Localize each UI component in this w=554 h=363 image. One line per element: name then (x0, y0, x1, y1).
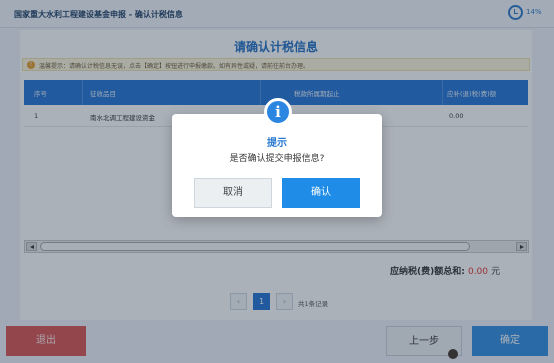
dialog-cancel-button[interactable]: 取消 (194, 178, 272, 208)
cursor-indicator (448, 349, 458, 359)
dialog-confirm-button[interactable]: 确认 (282, 178, 360, 208)
info-icon: i (264, 98, 292, 126)
dialog-message: 是否确认提交申报信息? (229, 154, 325, 164)
dialog-title: 提示 (267, 138, 287, 149)
confirm-dialog: i 提示 是否确认提交申报信息? 取消 确认 (172, 98, 382, 217)
